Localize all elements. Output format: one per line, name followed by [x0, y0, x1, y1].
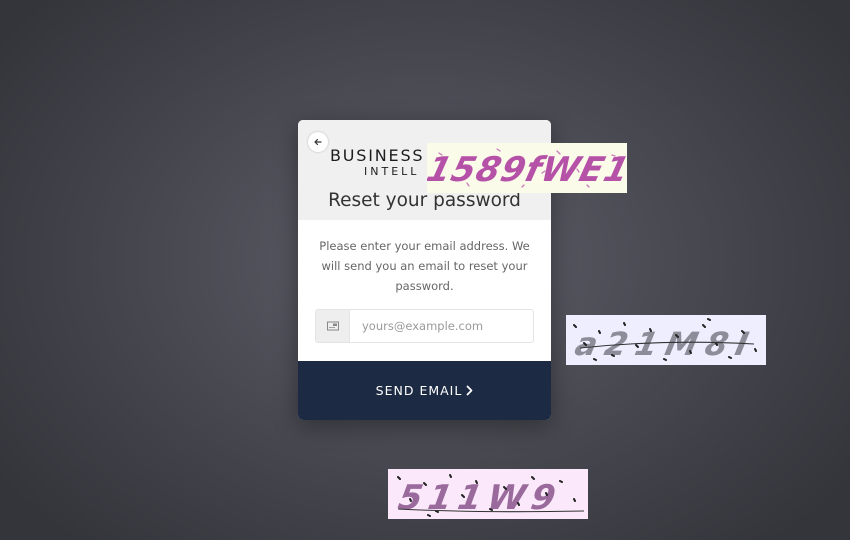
instructions-text: Please enter your email address. We will…: [319, 239, 530, 293]
send-email-button[interactable]: SEND EMAIL: [298, 361, 551, 420]
page-title: Reset your password: [328, 190, 521, 211]
logo-line-2: INTELL: [364, 165, 420, 178]
company-logo: BUSINESS INTELL: [330, 147, 428, 179]
arrow-left-icon: [314, 138, 322, 146]
email-input-group: [315, 309, 534, 343]
email-input[interactable]: [350, 310, 533, 342]
chevron-right-icon: [466, 385, 473, 396]
captcha-image-3: 511W9: [388, 469, 588, 519]
email-icon-addon: [316, 310, 350, 342]
envelope-icon: [326, 321, 339, 331]
captcha-1-text: 1589fWE1: [427, 150, 627, 189]
captcha-image-1: 1589fWE1: [427, 143, 627, 193]
captcha-image-2: a21M8I: [566, 315, 766, 365]
back-button[interactable]: [308, 132, 328, 152]
logo-line-1: BUSINESS: [330, 147, 425, 165]
send-email-label: SEND EMAIL: [375, 383, 463, 398]
